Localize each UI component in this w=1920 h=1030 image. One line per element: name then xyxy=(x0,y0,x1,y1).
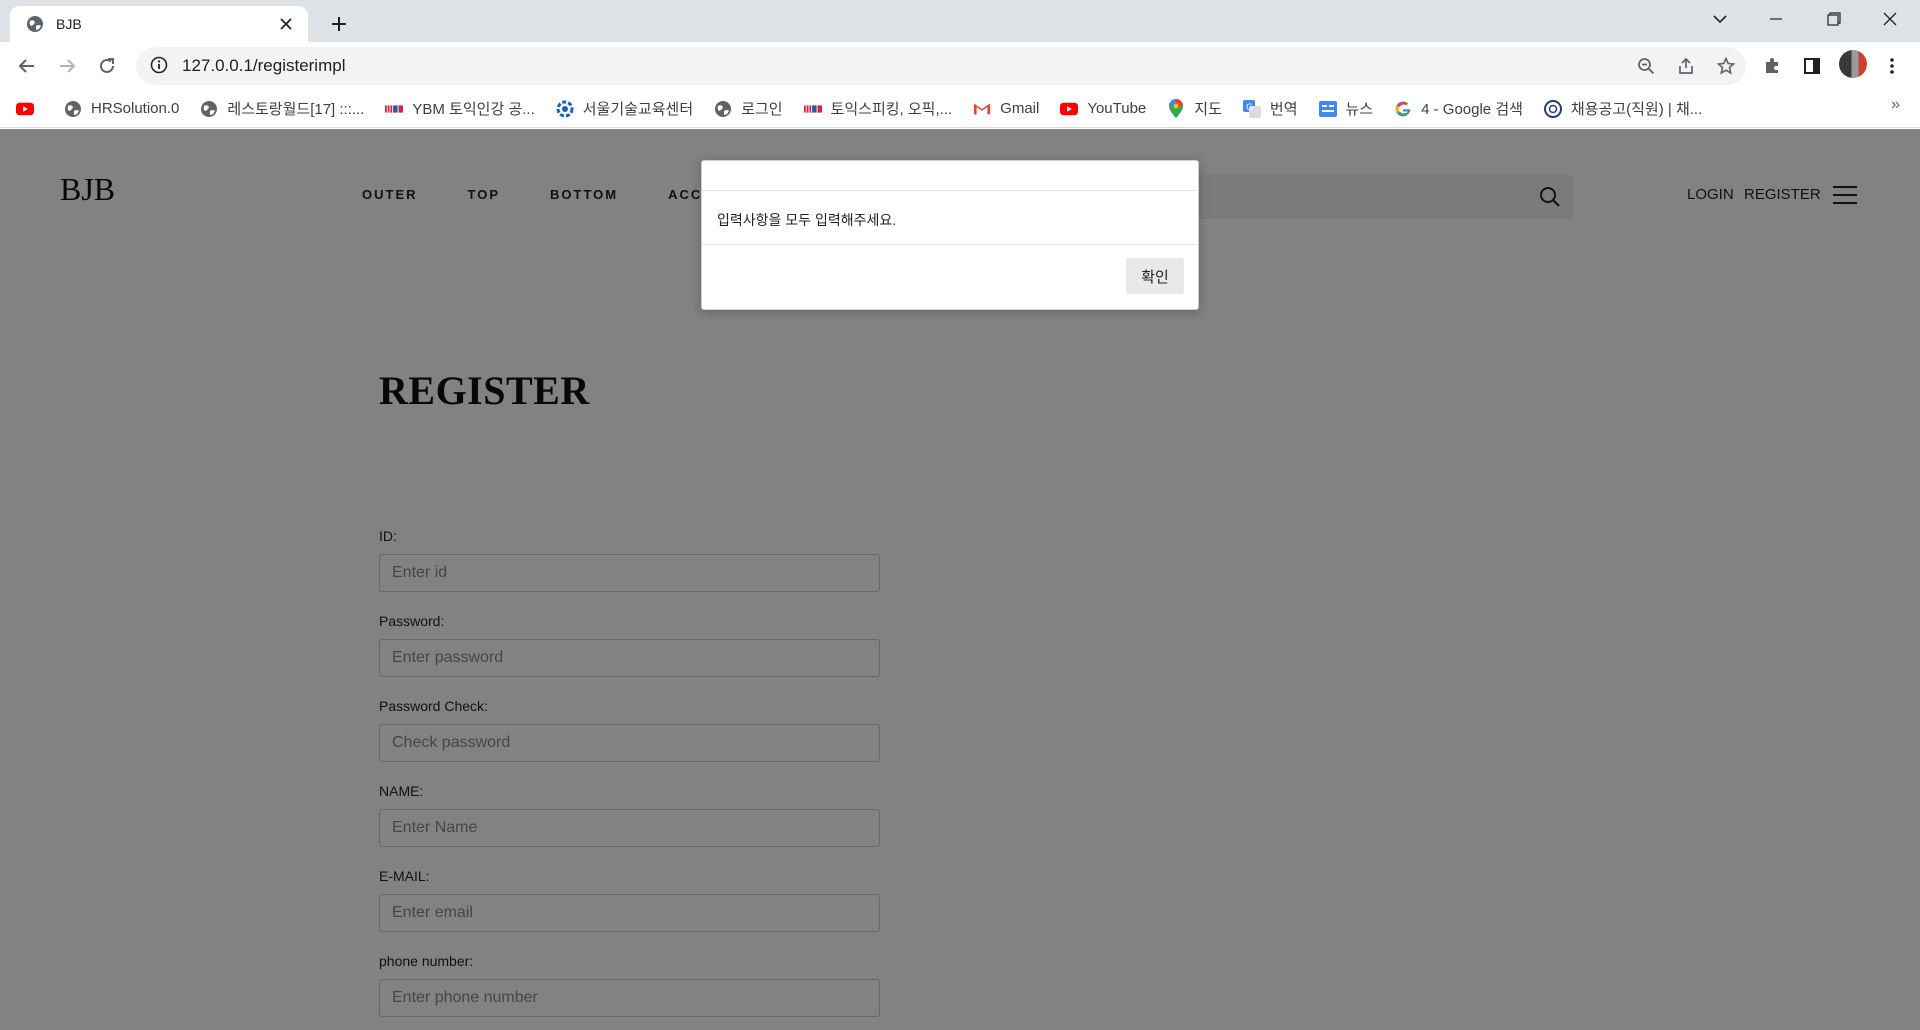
forward-button[interactable] xyxy=(51,50,83,82)
maps-pin-icon xyxy=(1167,99,1185,118)
bookmark-label: 뉴스 xyxy=(1345,101,1374,118)
tab-search-button[interactable] xyxy=(1692,0,1748,38)
tab-title: BJB xyxy=(56,16,82,32)
alert-dialog: 입력사항을 모두 입력해주세요. 확인 xyxy=(701,160,1199,310)
dialog-message: 입력사항을 모두 입력해주세요. xyxy=(702,191,1198,245)
bookmark-label: 지도 xyxy=(1194,101,1222,118)
news-icon xyxy=(1318,100,1337,118)
seal-icon xyxy=(1543,99,1562,118)
ok-button[interactable]: 확인 xyxy=(1126,258,1184,294)
bookmark-label: 로그인 xyxy=(741,101,783,118)
bookmark-label: YBM 토익인강 공... xyxy=(412,101,535,118)
kebab-menu-icon xyxy=(1890,58,1894,74)
zoom-icon[interactable] xyxy=(1626,47,1666,85)
extensions-button[interactable] xyxy=(1756,50,1788,82)
arrow-right-icon xyxy=(60,59,76,73)
bookmarks-bar: HRSolution.0 레스토랑월드[17] :::... YBM 토익인강 … xyxy=(0,90,1920,128)
bookmark-label: Gmail xyxy=(1000,100,1040,117)
star-icon[interactable] xyxy=(1706,47,1746,85)
info-icon[interactable] xyxy=(150,56,170,76)
close-icon[interactable] xyxy=(276,14,296,34)
bookmark-item[interactable] xyxy=(16,100,43,118)
side-panel-icon xyxy=(1804,58,1820,74)
restore-icon xyxy=(1827,12,1841,26)
bookmark-item[interactable]: 4 - Google 검색 xyxy=(1394,98,1523,119)
bookmark-label: 번역 xyxy=(1269,101,1298,118)
gmail-icon xyxy=(973,100,991,118)
puzzle-icon xyxy=(1766,58,1778,73)
youtube-icon xyxy=(1060,100,1079,118)
globe-icon xyxy=(64,100,82,118)
globe-icon xyxy=(200,100,218,118)
menu-button[interactable] xyxy=(1876,50,1908,82)
bookmark-item[interactable]: 뉴스 xyxy=(1318,98,1374,119)
minimize-icon xyxy=(1770,18,1782,20)
svg-text:G: G xyxy=(1246,103,1253,113)
bookmark-label: HRSolution.0 xyxy=(91,100,180,117)
chevron-down-icon xyxy=(1713,15,1727,24)
bookmark-label: 채용공고(직원) | 채... xyxy=(1570,101,1703,118)
translate-icon: G xyxy=(1242,99,1261,118)
bookmark-label: 4 - Google 검색 xyxy=(1421,101,1523,118)
globe-icon xyxy=(714,100,732,118)
minimize-button[interactable] xyxy=(1748,0,1804,38)
arrow-left-icon xyxy=(18,59,34,73)
bookmark-item[interactable]: 레스토랑월드[17] :::... xyxy=(200,98,364,119)
bookmark-label: 토익스피킹, 오픽,... xyxy=(830,101,953,118)
bookmark-item[interactable]: 채용공고(직원) | 채... xyxy=(1543,98,1703,119)
url-text[interactable]: 127.0.0.1/registerimpl xyxy=(182,56,1626,76)
address-bar[interactable]: 127.0.0.1/registerimpl xyxy=(136,47,1746,85)
bookmark-item[interactable]: YouTube xyxy=(1060,100,1146,118)
dialog-header xyxy=(702,161,1198,191)
plus-icon xyxy=(332,17,346,31)
youtube-icon xyxy=(16,100,34,118)
ybm-icon xyxy=(803,100,822,118)
globe-icon xyxy=(26,15,44,33)
bookmark-label: 레스토랑월드[17] :::... xyxy=(227,101,365,118)
ybm-icon xyxy=(385,100,404,118)
bookmark-item[interactable]: 토익스피킹, 오픽,... xyxy=(803,98,953,119)
browser-tab[interactable]: BJB xyxy=(10,6,308,42)
reload-button[interactable] xyxy=(91,50,123,82)
bookmark-item[interactable]: 서울기술교육센터 xyxy=(556,98,693,119)
bookmark-item[interactable]: 로그인 xyxy=(714,98,783,119)
reload-icon xyxy=(100,58,114,73)
bookmark-item[interactable]: 지도 xyxy=(1167,98,1222,119)
bookmark-item[interactable]: HRSolution.0 xyxy=(64,100,179,118)
bookmarks-overflow-button[interactable]: » xyxy=(1891,96,1900,114)
bookmark-item[interactable]: YBM 토익인강 공... xyxy=(385,98,535,119)
share-icon[interactable] xyxy=(1666,47,1706,85)
gear-logo-icon xyxy=(556,100,574,118)
bookmark-item[interactable]: G 번역 xyxy=(1242,98,1298,119)
google-icon xyxy=(1394,100,1412,118)
bookmark-item[interactable]: Gmail xyxy=(973,100,1039,118)
side-panel-button[interactable] xyxy=(1796,50,1828,82)
bookmark-label: 서울기술교육센터 xyxy=(582,101,694,118)
bookmark-label: YouTube xyxy=(1087,100,1147,117)
profile-avatar[interactable] xyxy=(1839,50,1867,78)
browser-toolbar: 127.0.0.1/registerimpl xyxy=(0,42,1920,90)
restore-button[interactable] xyxy=(1806,0,1862,38)
tab-strip: BJB xyxy=(0,0,1920,42)
back-button[interactable] xyxy=(11,50,43,82)
close-window-button[interactable] xyxy=(1862,0,1918,38)
close-icon xyxy=(1883,12,1897,26)
new-tab-button[interactable] xyxy=(325,10,353,38)
